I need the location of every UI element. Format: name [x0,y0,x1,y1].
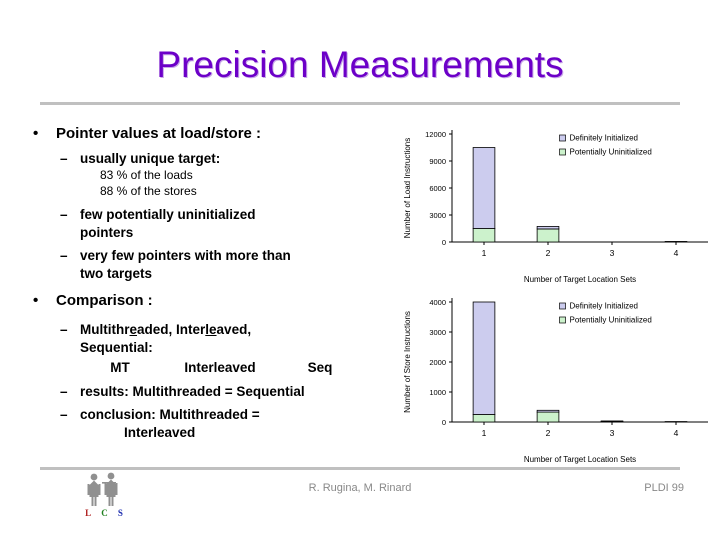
title-divider [40,102,680,105]
bar-segment-definitely-initialized [536,226,560,230]
legend-swatch [559,302,566,310]
sub-usually-unique-target: – usually unique target: [0,150,400,168]
x-axis-label: Number of Target Location Sets [524,455,636,464]
column-header-seq: Seq [307,359,333,375]
dash-marker: – [60,248,68,264]
comparison-column-headers: MT Interleaved Seq [0,359,400,377]
sub-few-uninitialized: – few potentially uninitialized pointers [0,206,400,242]
column-header-interleaved: Interleaved [184,359,256,375]
legend-swatch [559,148,566,156]
lcs-logo: L C S [80,470,128,518]
legend-label: Definitely Initialized [570,302,638,311]
sub-text-line1: conclusion: Multithreaded = [80,407,260,423]
x-tick-label: 2 [546,248,551,258]
chart-canvas-loads: 0 3000 6000 9000 12000 Number of Load Instruc… [403,130,708,284]
y-tick-label: 2000 [429,358,446,367]
sub-text-underline-2: le [205,322,217,338]
sub-text-line2: pointers [80,224,134,240]
legend-label: Definitely Initialized [570,134,638,143]
bullet-marker: • [33,291,39,309]
legend-swatch [559,316,566,324]
x-tick-label: 1 [482,428,487,438]
lcs-letter-c: C [101,508,108,518]
bar-segment-potentially-uninitialized [536,411,560,423]
y-tick-label: 1000 [429,388,446,397]
sub-text-line2: Sequential: [80,340,153,356]
legend-swatch [559,134,566,142]
sub-text-part-a: Multithr [80,322,130,338]
dash-marker: – [60,322,68,338]
sub-text-line1: few potentially uninitialized [80,206,256,222]
x-tick-label: 4 [674,248,679,258]
y-tick-label: 12000 [425,130,446,139]
bullet-text: Comparison : [56,291,153,309]
bullet-text: Pointer values at load/store : [56,125,262,142]
bullet-comparison: • Comparison : [0,291,400,311]
y-tick-label: 3000 [429,211,446,220]
y-axis-label: Number of Store Instructions [403,311,412,413]
sub-text: results: Multithreaded = Sequential [80,383,305,399]
bar-segment-potentially-uninitialized [472,414,496,423]
lcs-letter-s: S [117,508,123,518]
bar-segment-definitely-initialized [472,301,496,415]
detail-stores-percent: 88 % of the stores [100,183,197,198]
sub-text-part-c: aved, [216,322,252,338]
sub-text-line2: Interleaved [124,425,196,441]
page-title: Precision Measurements [156,44,564,85]
lcs-letter-l: L [85,508,92,518]
chart-store-instructions: 0 1000 2000 3000 4000 Number of Store Instruc… [400,288,720,468]
sub-conclusion: – conclusion: Multithreaded = Interleave… [0,406,400,442]
y-tick-label: 6000 [429,184,446,193]
sub-very-few-pointers: – very few pointers with more than two t… [0,247,400,283]
y-tick-label: 3000 [429,328,446,337]
dash-marker: – [60,383,68,399]
y-tick-label: 0 [442,238,446,247]
x-tick-label: 3 [610,248,615,258]
bar-segment-definitely-initialized [536,409,560,413]
bar-segment-potentially-uninitialized [472,228,496,243]
dash-marker: – [60,206,68,222]
x-tick-label: 2 [546,428,551,438]
bar-segment-potentially-uninitialized [664,241,688,243]
sub-text-part-b: aded, Inter [137,322,206,338]
column-header-mt: MT [110,359,130,375]
lcs-lettering: L C S [80,508,128,518]
y-tick-label: 9000 [429,157,446,166]
dash-marker: – [60,407,68,423]
bar-segment-potentially-uninitialized [536,228,560,243]
x-tick-label: 4 [674,428,679,438]
bullet-pointer-values: • Pointer values at load/store : [0,124,400,144]
legend-label: Potentially Uninitialized [570,148,652,157]
slide-body: • Pointer values at load/store : – usual… [0,124,400,442]
chart-load-instructions: 0 3000 6000 9000 12000 Number of Load Instruc… [400,120,720,288]
y-axis-label: Number of Load Instructions [403,138,412,239]
sub-text-line2: two targets [80,266,153,282]
dash-marker: – [60,151,68,167]
bar-segment-definitely-initialized [472,147,496,229]
footer-venue: PLDI 99 [644,482,684,494]
sub-multithreaded-interleaved-sequential: – Multithreaded, Interleaved, Sequential… [0,321,400,357]
bullet-marker: • [33,125,39,142]
sub-text-line1: very few pointers with more than [80,248,291,264]
footer-authors: R. Rugina, M. Rinard [308,482,412,494]
sub-text-underline-1: e [129,322,138,338]
x-tick-label: 1 [482,248,487,258]
detail-loads-percent: 83 % of the loads [100,168,193,183]
x-axis-label: Number of Target Location Sets [524,275,636,284]
sub-results: – results: Multithreaded = Sequential [0,383,400,401]
chart-canvas-stores: 0 1000 2000 3000 4000 Number of Store Instruc… [403,298,708,464]
x-tick-label: 3 [610,428,615,438]
y-tick-label: 0 [442,418,446,427]
sub-text: usually unique target: [80,151,221,167]
legend-label: Potentially Uninitialized [570,316,652,325]
y-tick-label: 4000 [429,298,446,307]
